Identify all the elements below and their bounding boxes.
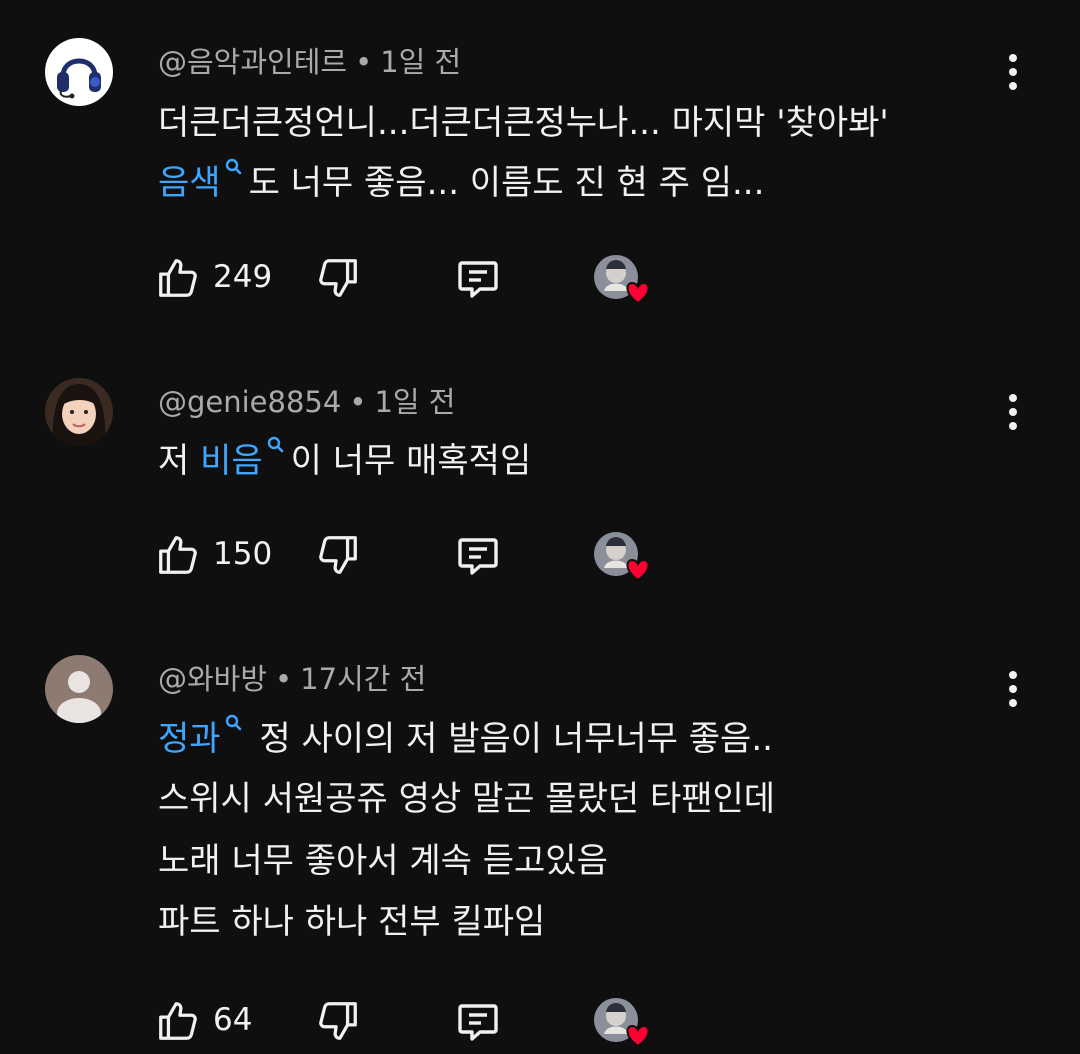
comment-text-line: 정과 정 사이의 저 발음이 너무너무 좋음.. xyxy=(158,711,773,767)
comment-text-line: 저 비음 이 너무 매혹적임 xyxy=(158,433,531,489)
reply-button[interactable] xyxy=(454,524,504,584)
thumbs-up-icon xyxy=(159,536,197,574)
comment-text-line: 음색 도 너무 좋음... 이름도 진 현 주 임... xyxy=(158,155,764,211)
search-link[interactable]: 음색 xyxy=(158,163,221,203)
comment-author[interactable]: @genie8854 xyxy=(158,385,341,419)
creator-heart-badge xyxy=(594,990,656,1050)
search-icon[interactable] xyxy=(267,436,285,458)
reply-button[interactable] xyxy=(454,990,504,1050)
thumbs-up-icon xyxy=(159,259,197,297)
search-icon[interactable] xyxy=(225,714,243,736)
search-link[interactable]: 정과 xyxy=(158,719,221,759)
thumbs-up-icon xyxy=(159,1002,197,1040)
thumbs-down-icon xyxy=(319,536,357,574)
meta-separator: • xyxy=(349,385,367,419)
thumbs-down-icon xyxy=(319,1002,357,1040)
comment-text-line: 파트 하나 하나 전부 킬파임 xyxy=(158,902,546,942)
comment-time: 1일 전 xyxy=(374,385,456,419)
dislike-button[interactable] xyxy=(315,247,365,307)
comment-text-line: 스위시 서원공쥬 영상 말곤 몰랐던 타팬인데 xyxy=(158,779,776,819)
like-button[interactable]: 64 xyxy=(155,990,275,1050)
reply-icon xyxy=(458,538,498,575)
like-button[interactable]: 249 xyxy=(155,247,275,307)
search-icon[interactable] xyxy=(225,158,243,180)
comment-author[interactable]: @음악과인테르 xyxy=(158,45,347,79)
like-button[interactable]: 150 xyxy=(155,524,275,584)
like-count: 64 xyxy=(213,1002,253,1038)
creator-heart-badge xyxy=(594,247,656,307)
comment-text-line: 노래 너무 좋아서 계속 듣고있음 xyxy=(158,841,608,881)
thumbs-down-icon xyxy=(319,259,357,297)
dislike-button[interactable] xyxy=(315,990,365,1050)
comment-actions: 150 xyxy=(0,524,1080,584)
default-user-avatar[interactable] xyxy=(45,655,113,723)
like-count: 249 xyxy=(213,259,273,295)
reply-icon xyxy=(458,1004,498,1041)
comment-text-line: 더큰더큰정언니...더큰더큰정누나... 마지막 '찾아봐' xyxy=(158,103,889,143)
person-photo-avatar[interactable] xyxy=(45,378,113,446)
more-vertical-icon[interactable] xyxy=(996,669,1030,709)
meta-separator: • xyxy=(355,45,373,79)
comment-actions: 249 xyxy=(0,247,1080,307)
dislike-button[interactable] xyxy=(315,524,365,584)
comment-meta: @genie8854 • 1일 전 xyxy=(158,382,455,422)
reply-icon xyxy=(458,261,498,298)
more-vertical-icon[interactable] xyxy=(996,52,1030,92)
comment-actions: 64 xyxy=(0,990,1080,1050)
comment-meta: @와바방 • 17시간 전 xyxy=(158,659,426,699)
comment-time: 17시간 전 xyxy=(300,662,427,696)
search-link[interactable]: 비음 xyxy=(200,441,263,481)
headphones-avatar[interactable] xyxy=(45,38,113,106)
comment-time: 1일 전 xyxy=(380,45,462,79)
meta-separator: • xyxy=(275,662,293,696)
more-vertical-icon[interactable] xyxy=(996,392,1030,432)
comment-author[interactable]: @와바방 xyxy=(158,662,267,696)
comment-meta: @음악과인테르 • 1일 전 xyxy=(158,42,461,82)
creator-heart-badge xyxy=(594,524,656,584)
reply-button[interactable] xyxy=(454,247,504,307)
like-count: 150 xyxy=(213,536,273,572)
